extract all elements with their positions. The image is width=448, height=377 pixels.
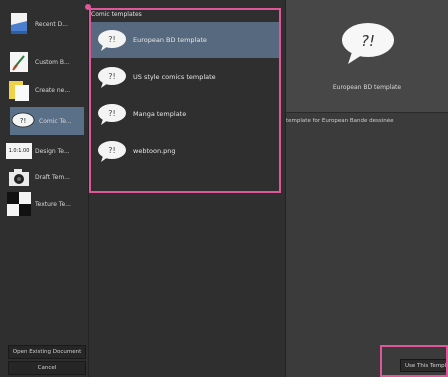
divider	[286, 112, 448, 113]
template-item-manga[interactable]: ?! Manga template	[91, 96, 279, 132]
template-item-webtoon[interactable]: ?! webtoon.png	[91, 133, 279, 169]
sidebar-item-recent[interactable]: Recent D...	[6, 10, 86, 38]
svg-text:?!: ?!	[108, 146, 115, 155]
template-description: template for European Bande dessinée	[286, 118, 394, 124]
sidebar-item-label: Recent D...	[35, 20, 68, 28]
open-existing-document-button[interactable]: Open Existing Document	[8, 345, 86, 359]
template-item-european-bd[interactable]: ?! European BD template	[91, 22, 279, 58]
speech-bubble-icon: ?!	[98, 141, 126, 162]
new-document-icon	[6, 77, 32, 103]
sidebar-item-texture-templates[interactable]: Texture Te...	[6, 190, 86, 218]
comic-bubble-icon: ?!	[10, 108, 36, 134]
sidebar-item-label: Design Te...	[35, 147, 70, 155]
sidebar-item-design-templates[interactable]: 1.0:1.00 Design Te...	[6, 137, 86, 165]
category-sidebar: Recent D... Custom B... Create ne... ?!	[0, 0, 89, 377]
preview-title: European BD template	[332, 84, 402, 91]
speech-bubble-icon: ?!	[342, 23, 394, 64]
sidebar-item-label: Create ne...	[35, 86, 71, 94]
speech-bubble-icon: ?!	[98, 104, 126, 125]
cancel-button[interactable]: Cancel	[8, 361, 86, 375]
sidebar-item-create-new[interactable]: Create ne...	[6, 76, 86, 104]
svg-text:?!: ?!	[108, 35, 115, 44]
sidebar-item-label: Texture Te...	[35, 200, 71, 208]
sidebar-item-draft-templates[interactable]: Draft Tem...	[6, 163, 86, 191]
template-item-us-comics[interactable]: ?! US style comics template	[91, 59, 279, 95]
sidebar-item-label: Custom B...	[35, 58, 70, 66]
speech-bubble-icon: ?!	[98, 30, 126, 51]
sidebar-item-label: Draft Tem...	[35, 173, 70, 181]
template-preview: ?! European BD template	[286, 0, 448, 112]
svg-text:?!: ?!	[20, 117, 27, 125]
svg-text:?!: ?!	[108, 109, 115, 118]
template-item-label: Manga template	[133, 110, 187, 118]
template-detail-panel: ?! European BD template template for Eur…	[286, 0, 448, 377]
document-icon	[6, 11, 32, 37]
svg-text:?!: ?!	[108, 72, 115, 81]
sidebar-item-comic-templates[interactable]: ?! Comic Te...	[10, 107, 84, 135]
template-item-label: European BD template	[133, 36, 207, 44]
template-list-header: Comic templates	[91, 11, 142, 18]
design-thumb-text: 1.0:1.00	[8, 148, 30, 154]
template-list-panel: Comic templates ?! European BD template …	[89, 0, 286, 377]
brush-icon	[6, 49, 32, 75]
camera-icon	[6, 164, 32, 190]
sidebar-item-custom-brushes[interactable]: Custom B...	[6, 48, 86, 76]
template-item-label: webtoon.png	[133, 147, 176, 155]
checkerboard-icon	[6, 191, 32, 217]
preview-bubble-text: ?!	[361, 32, 375, 50]
template-item-label: US style comics template	[133, 73, 216, 81]
callout-dot	[85, 4, 91, 10]
design-template-icon: 1.0:1.00	[6, 143, 32, 159]
speech-bubble-icon: ?!	[98, 67, 126, 88]
use-this-template-button[interactable]: Use This Template	[400, 359, 448, 372]
sidebar-item-label: Comic Te...	[39, 117, 72, 125]
